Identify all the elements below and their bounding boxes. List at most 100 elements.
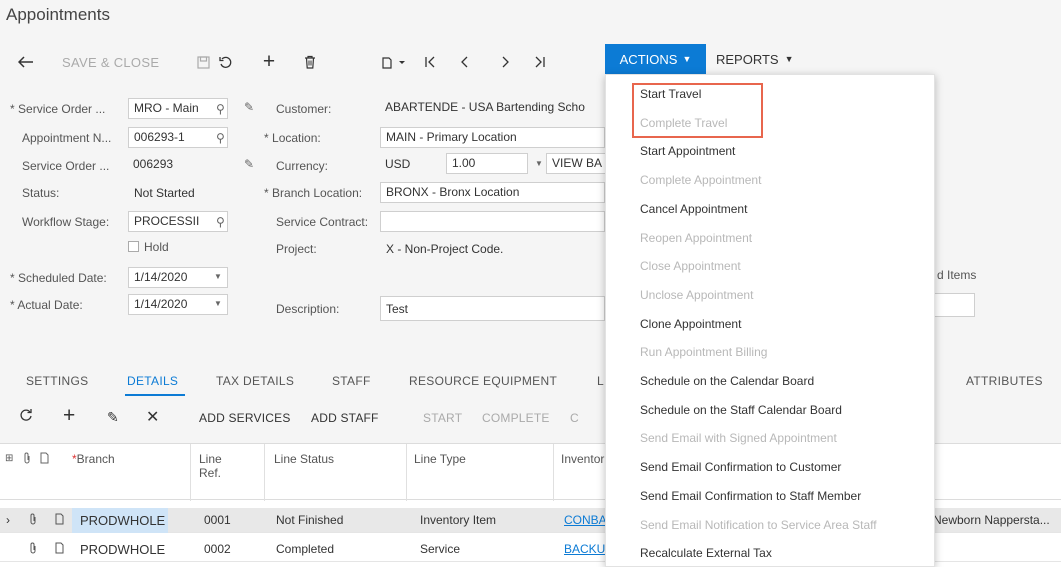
customer-field[interactable]: ABARTENDE - USA Bartending Scho — [380, 98, 605, 119]
hold-checkbox[interactable] — [128, 241, 139, 252]
dropdown-caret-icon[interactable]: ▼ — [214, 299, 222, 308]
appointment-nbr-field[interactable]: 006293-1 — [128, 127, 228, 148]
add-row-icon[interactable]: + — [63, 404, 75, 428]
service-order-type-field[interactable]: MRO - Main — [128, 98, 228, 119]
tab-resource-equipment[interactable]: RESOURCE EQUIPMENT — [409, 374, 557, 388]
tab-tax-details[interactable]: TAX DETAILS — [216, 374, 294, 388]
service-order-nbr-label: Service Order ... — [22, 159, 110, 173]
menu-item-start-appointment[interactable]: Start Appointment — [640, 144, 735, 158]
menu-item-clone-appointment[interactable]: Clone Appointment — [640, 317, 741, 331]
add-services-button[interactable]: ADD SERVICES — [199, 411, 291, 425]
tab-settings[interactable]: SETTINGS — [26, 374, 88, 388]
branch-location-field[interactable]: BRONX - Bronx Location — [380, 182, 605, 203]
menu-item-send-email-with-signed-appointment[interactable]: Send Email with Signed Appointment — [640, 431, 837, 445]
dropdown-caret-icon[interactable]: ▼ — [214, 272, 222, 281]
menu-item-run-appointment-billing[interactable]: Run Appointment Billing — [640, 345, 767, 359]
col-header-line-status[interactable]: Line Status — [274, 452, 334, 466]
edit-icon[interactable]: ✎ — [244, 157, 254, 171]
note-icon[interactable] — [55, 542, 64, 557]
appointment-nbr-value: 006293-1 — [134, 130, 185, 144]
save-close-button[interactable]: SAVE & CLOSE — [62, 47, 159, 77]
edit-icon[interactable]: ✎ — [244, 100, 254, 114]
complete-button[interactable]: COMPLETE — [482, 411, 550, 425]
inventory-link[interactable]: CONBA — [564, 513, 607, 527]
line-status-cell[interactable]: Not Finished — [276, 513, 343, 527]
col-header-inventory[interactable]: Inventor — [561, 452, 604, 466]
branch-cell[interactable]: PRODWHOLE — [80, 542, 165, 557]
currency-field[interactable]: USD — [380, 155, 440, 176]
menu-item-schedule-on-the-calendar-board[interactable]: Schedule on the Calendar Board — [640, 374, 814, 388]
delete-icon[interactable] — [299, 47, 321, 77]
location-label: Location: — [264, 131, 321, 145]
status-label: Status: — [22, 186, 60, 200]
start-button[interactable]: START — [423, 411, 462, 425]
menu-item-send-email-confirmation-to-staff-member[interactable]: Send Email Confirmation to Staff Member — [640, 489, 861, 503]
scheduled-date-label: Scheduled Date: — [10, 271, 107, 285]
menu-item-recalculate-external-tax[interactable]: Recalculate External Tax — [640, 546, 772, 560]
note-icon — [40, 452, 49, 467]
line-status-cell[interactable]: Completed — [276, 542, 334, 556]
last-record-icon[interactable] — [529, 47, 551, 77]
menu-item-schedule-on-the-staff-calendar-board[interactable]: Schedule on the Staff Calendar Board — [640, 403, 842, 417]
dropdown-caret-icon[interactable]: ▼ — [535, 159, 543, 168]
add-icon[interactable]: + — [258, 47, 280, 77]
refresh-icon[interactable] — [19, 407, 33, 427]
currency-rate-field[interactable]: 1.00 — [446, 153, 528, 174]
service-contract-field[interactable] — [380, 211, 605, 232]
branch-cell[interactable]: PRODWHOLE — [80, 513, 165, 528]
search-icon[interactable]: ⚲ — [216, 215, 225, 229]
undo-icon[interactable] — [215, 47, 237, 77]
menu-item-send-email-confirmation-to-customer[interactable]: Send Email Confirmation to Customer — [640, 460, 841, 474]
edit-row-icon[interactable]: ✎ — [107, 409, 119, 426]
reports-button[interactable]: REPORTS ▼ — [716, 44, 794, 74]
description-field[interactable]: Test — [380, 296, 605, 321]
tab-details[interactable]: DETAILS — [127, 374, 178, 388]
note-icon[interactable] — [55, 513, 64, 528]
workflow-stage-field[interactable]: PROCESSII — [128, 211, 228, 232]
col-divider — [553, 444, 554, 501]
attachment-icon[interactable] — [29, 513, 37, 528]
col-header-line-type[interactable]: Line Type — [414, 452, 466, 466]
copy-paste-icon[interactable] — [377, 47, 411, 77]
search-icon[interactable]: ⚲ — [216, 131, 225, 145]
col-header-branch[interactable]: *Branch — [72, 452, 115, 466]
partial-button[interactable]: C — [570, 411, 579, 425]
col-header-line-ref[interactable]: Line Ref. — [199, 452, 222, 480]
extra-cell[interactable]: Newborn Nappersta... — [933, 513, 1050, 527]
view-base-button[interactable]: VIEW BA — [546, 153, 606, 174]
line-type-cell[interactable]: Service — [420, 542, 460, 556]
delete-row-icon[interactable]: ✕ — [146, 407, 159, 427]
menu-item-send-email-notification-to-service-area-staff[interactable]: Send Email Notification to Service Area … — [640, 518, 877, 532]
actual-date-field[interactable]: 1/14/2020 — [128, 294, 228, 315]
search-icon[interactable]: ⚲ — [216, 102, 225, 116]
attachment-icon[interactable] — [29, 542, 37, 557]
tab-staff[interactable]: STAFF — [332, 374, 371, 388]
actions-button[interactable]: ACTIONS ▼ — [605, 44, 706, 74]
menu-item-start-travel[interactable]: Start Travel — [640, 87, 701, 101]
items-field[interactable] — [930, 293, 975, 317]
next-record-icon[interactable] — [494, 47, 516, 77]
menu-item-close-appointment[interactable]: Close Appointment — [640, 259, 741, 273]
menu-item-reopen-appointment[interactable]: Reopen Appointment — [640, 231, 752, 245]
menu-item-complete-appointment[interactable]: Complete Appointment — [640, 173, 761, 187]
currency-rate-value: 1.00 — [452, 156, 476, 170]
tab-attributes[interactable]: ATTRIBUTES — [966, 374, 1043, 388]
service-order-nbr-field[interactable]: 006293 — [128, 155, 218, 176]
line-ref-cell[interactable]: 0002 — [204, 542, 231, 556]
menu-item-complete-travel[interactable]: Complete Travel — [640, 116, 727, 130]
menu-item-cancel-appointment[interactable]: Cancel Appointment — [640, 202, 747, 216]
back-icon[interactable] — [14, 47, 38, 77]
add-staff-button[interactable]: ADD STAFF — [311, 411, 379, 425]
scheduled-date-field[interactable]: 1/14/2020 — [128, 267, 228, 288]
tab-partial[interactable]: L — [597, 374, 604, 388]
attachment-icon — [23, 452, 31, 467]
save-icon[interactable] — [193, 47, 213, 77]
location-field[interactable]: MAIN - Primary Location — [380, 127, 605, 148]
first-record-icon[interactable] — [419, 47, 441, 77]
grid-settings-icon[interactable]: ⊞ — [5, 452, 13, 466]
previous-record-icon[interactable] — [454, 47, 476, 77]
line-type-cell[interactable]: Inventory Item — [420, 513, 496, 527]
line-ref-cell[interactable]: 0001 — [204, 513, 231, 527]
menu-item-unclose-appointment[interactable]: Unclose Appointment — [640, 288, 753, 302]
inventory-link[interactable]: BACKU — [564, 542, 605, 556]
